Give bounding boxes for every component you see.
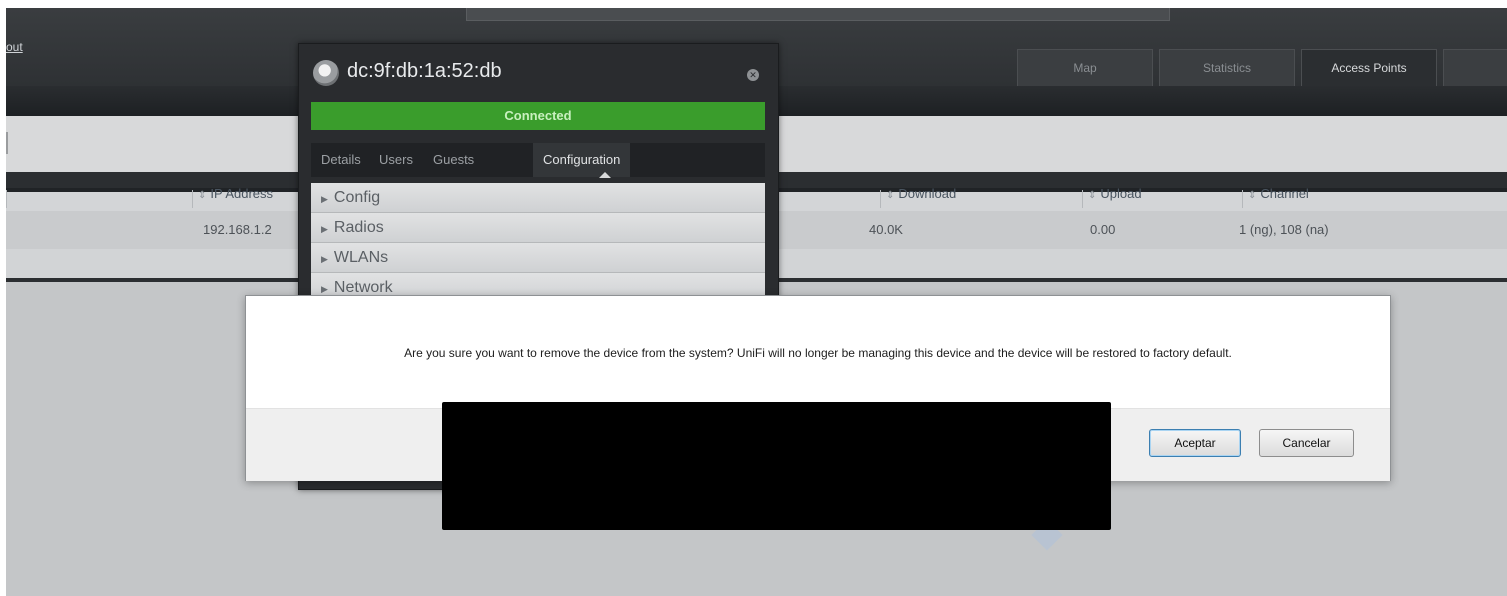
column-upload[interactable]: ⇕ Upload [1088, 186, 1142, 201]
device-mac-title: dc:9f:db:1a:52:db [347, 60, 502, 82]
access-point-icon [313, 60, 339, 86]
cell-download: 40.0K [869, 222, 903, 237]
cancel-button[interactable]: Cancelar [1259, 429, 1354, 457]
cell-upload: 0.00 [1090, 222, 1116, 237]
section-wlans[interactable]: ▶ WLANs [311, 243, 765, 273]
column-separator [6, 190, 7, 208]
tab-pointer-icon [599, 172, 611, 178]
tab-configuration[interactable]: Configuration [533, 143, 631, 177]
column-separator [1082, 190, 1083, 208]
tab-guests[interactable]: Guests [423, 143, 484, 177]
panel-tabs: Details Users Guests Configuration [311, 143, 765, 177]
column-separator [192, 190, 193, 208]
section-config[interactable]: ▶ Config [311, 183, 765, 213]
caret-right-icon: ▶ [321, 284, 328, 294]
column-separator [880, 190, 881, 208]
tab-statistics[interactable]: Statistics [1159, 49, 1295, 86]
logout-link[interactable]: out [6, 40, 23, 54]
sort-icon: ⇕ [198, 190, 207, 201]
cell-channel: 1 (ng), 108 (na) [1239, 222, 1329, 237]
sort-icon: ⇕ [886, 190, 895, 201]
cell-ip-address: 192.168.1.2 [203, 222, 272, 237]
filter-input[interactable] [6, 132, 8, 154]
column-download[interactable]: ⇕ Download [886, 186, 956, 201]
sort-icon: ⇕ [1248, 190, 1257, 201]
section-radios[interactable]: ▶ Radios [311, 213, 765, 243]
close-icon[interactable]: ✕ [747, 69, 759, 81]
accept-button[interactable]: Aceptar [1149, 429, 1241, 457]
caret-right-icon: ▶ [321, 224, 328, 234]
tab-more[interactable] [1443, 49, 1507, 86]
tab-map[interactable]: Map [1017, 49, 1153, 86]
top-search-box[interactable] [466, 8, 1170, 21]
caret-right-icon: ▶ [321, 194, 328, 204]
tab-access-points[interactable]: Access Points [1301, 49, 1437, 86]
status-bar: Connected [311, 102, 765, 130]
caret-right-icon: ▶ [321, 254, 328, 264]
column-ip-address[interactable]: ⇕ IP Address [198, 186, 273, 201]
column-channel[interactable]: ⇕ Channel [1248, 186, 1309, 201]
redaction-box [442, 402, 1111, 530]
tab-details[interactable]: Details [311, 143, 371, 177]
tab-users[interactable]: Users [369, 143, 423, 177]
sort-icon: ⇕ [1088, 190, 1097, 201]
column-separator [1242, 190, 1243, 208]
dialog-message: Are you sure you want to remove the devi… [404, 346, 1232, 360]
